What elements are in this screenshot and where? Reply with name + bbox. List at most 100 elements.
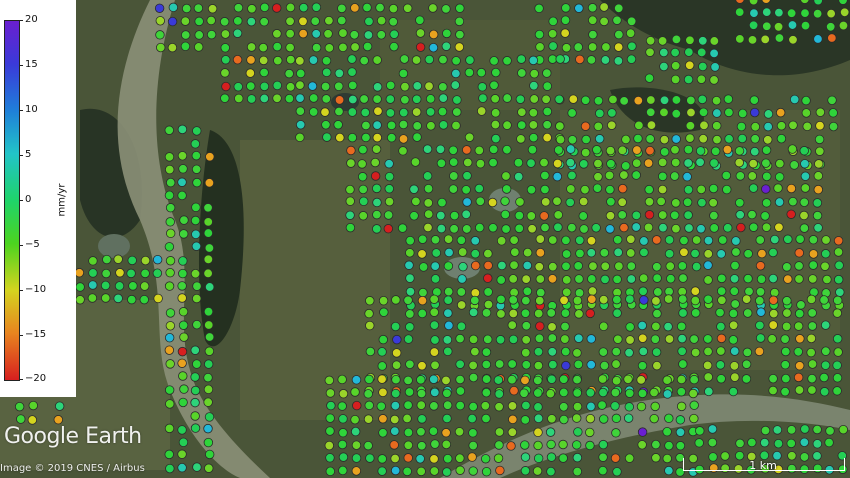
deformation-marker: [417, 249, 427, 259]
deformation-marker: [611, 375, 622, 386]
deformation-marker: [813, 184, 823, 195]
deformation-marker: [204, 178, 215, 188]
deformation-marker: [483, 273, 493, 283]
deformation-marker: [220, 43, 230, 53]
deformation-marker: [696, 224, 706, 234]
map-view[interactable]: 20 15 10 5 0 −5 −10 −15 −20 mm/yr Google…: [0, 0, 850, 478]
deformation-marker: [657, 36, 668, 46]
deformation-marker: [363, 389, 373, 399]
deformation-marker: [481, 466, 492, 477]
deformation-marker: [774, 222, 784, 232]
colorbar-tick-label: 20: [25, 14, 38, 25]
deformation-marker: [435, 144, 446, 155]
deformation-marker: [320, 81, 331, 92]
deformation-marker: [750, 146, 760, 157]
deformation-marker: [808, 274, 818, 284]
deformation-marker: [534, 262, 544, 272]
deformation-marker: [625, 28, 636, 38]
deformation-marker: [423, 183, 434, 194]
deformation-marker: [812, 439, 823, 449]
deformation-marker: [389, 29, 399, 39]
deformation-marker: [547, 274, 558, 284]
deformation-marker: [643, 222, 654, 233]
deformation-marker: [509, 235, 519, 245]
deformation-marker: [428, 29, 439, 40]
deformation-marker: [669, 171, 680, 181]
deformation-marker: [412, 81, 423, 91]
deformation-marker: [508, 414, 518, 425]
deformation-marker: [651, 347, 662, 357]
deformation-marker: [386, 120, 397, 131]
deformation-marker: [411, 55, 422, 65]
deformation-marker: [760, 425, 771, 436]
deformation-marker: [429, 320, 440, 330]
deformation-marker: [424, 81, 434, 91]
deformation-marker: [788, 120, 798, 130]
deformation-marker: [774, 197, 785, 207]
deformation-marker: [548, 16, 558, 27]
deformation-marker: [566, 184, 576, 194]
deformation-marker: [480, 454, 491, 464]
deformation-marker: [493, 453, 504, 463]
deformation-marker: [362, 41, 373, 52]
deformation-marker: [598, 439, 609, 450]
deformation-marker: [828, 121, 839, 132]
deformation-marker: [422, 171, 433, 181]
deformation-marker: [612, 294, 622, 305]
deformation-marker: [611, 428, 621, 438]
deformation-marker: [177, 449, 187, 459]
deformation-marker: [820, 320, 831, 330]
deformation-marker: [405, 248, 415, 258]
deformation-marker: [535, 295, 545, 306]
deformation-marker: [436, 223, 447, 234]
deformation-marker: [539, 157, 549, 168]
deformation-marker: [400, 95, 410, 105]
deformation-marker: [683, 144, 694, 155]
deformation-marker: [164, 152, 175, 162]
deformation-marker: [767, 334, 777, 344]
deformation-marker: [670, 74, 681, 85]
deformation-marker: [517, 68, 527, 78]
deformation-marker: [363, 414, 374, 424]
deformation-marker: [718, 235, 728, 245]
deformation-marker: [638, 273, 649, 283]
deformation-marker: [618, 183, 628, 194]
deformation-marker: [391, 388, 401, 399]
deformation-marker: [428, 42, 439, 53]
deformation-marker: [154, 3, 165, 13]
deformation-marker: [430, 387, 440, 398]
deformation-marker: [572, 374, 582, 385]
deformation-marker: [474, 183, 484, 194]
deformation-marker: [748, 0, 759, 6]
deformation-marker: [716, 374, 726, 384]
deformation-marker: [527, 224, 537, 234]
deformation-marker: [542, 81, 553, 91]
deformation-marker: [522, 286, 533, 296]
deformation-marker: [284, 93, 295, 104]
deformation-marker: [480, 401, 491, 411]
deformation-marker: [309, 93, 319, 103]
deformation-marker: [812, 424, 822, 435]
deformation-marker: [664, 235, 675, 245]
deformation-marker: [509, 385, 519, 396]
colorbar-tick: [19, 110, 23, 111]
deformation-marker: [179, 384, 189, 394]
deformation-marker: [437, 106, 448, 117]
deformation-marker: [483, 260, 493, 271]
deformation-marker: [716, 286, 727, 296]
deformation-marker: [670, 210, 680, 220]
deformation-marker: [671, 198, 681, 208]
deformation-marker: [364, 374, 374, 385]
deformation-marker: [657, 184, 668, 195]
deformation-marker: [441, 4, 451, 14]
deformation-marker: [74, 268, 85, 278]
deformation-marker: [533, 402, 543, 412]
deformation-marker: [756, 307, 766, 317]
deformation-marker: [449, 210, 460, 221]
colorbar-unit-label: mm/yr: [56, 183, 68, 217]
deformation-marker: [610, 453, 621, 463]
deformation-marker: [626, 54, 637, 64]
deformation-marker: [404, 260, 414, 270]
deformation-marker: [625, 335, 635, 345]
deformation-marker: [593, 121, 604, 132]
